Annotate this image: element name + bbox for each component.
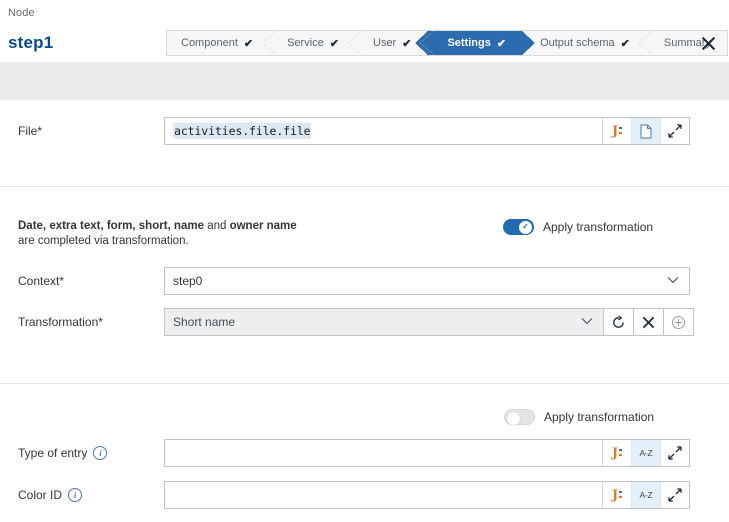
wizard-step-label: Settings: [447, 37, 491, 49]
text-az-icon[interactable]: A-Z: [631, 440, 660, 466]
transformation-row: Transformation* Short name: [0, 307, 729, 337]
chevron-down-icon: [581, 316, 593, 328]
file-row: File* activities.file.file J: [0, 116, 729, 146]
toggle-switch[interactable]: [503, 219, 534, 235]
breadcrumb: Node: [8, 7, 35, 19]
toggle-label: Apply transformation: [544, 410, 655, 424]
toggle-knob: [519, 220, 532, 234]
context-control: step0: [164, 267, 690, 295]
refresh-icon[interactable]: [604, 308, 634, 336]
expand-icon[interactable]: [660, 118, 689, 144]
wizard-step-label: Output schema: [540, 37, 615, 49]
expand-icon[interactable]: [660, 440, 689, 466]
close-icon[interactable]: [696, 31, 720, 55]
add-icon[interactable]: [664, 308, 694, 336]
context-label: Context*: [18, 274, 65, 288]
wizard-steps: Component ✔ Service ✔ User ✔ Settings ✔ …: [166, 30, 728, 56]
json-expression-icon[interactable]: J: [603, 440, 631, 466]
file-label: File*: [18, 124, 43, 138]
type-of-entry-input-group: J A-Z: [164, 439, 690, 467]
type-of-entry-input[interactable]: [165, 440, 602, 466]
expand-icon[interactable]: [660, 482, 689, 508]
color-id-label: Color ID i: [18, 488, 83, 502]
dialog-header: Node step1 Component ✔ Service ✔ User ✔ …: [0, 0, 729, 62]
chevron-down-icon: [667, 275, 679, 287]
section-divider-2: [0, 383, 729, 384]
check-icon: ✔: [496, 37, 507, 50]
toggle-label: Apply transformation: [543, 220, 654, 234]
toggle-switch[interactable]: [504, 409, 535, 425]
dialog-root: Node step1 Component ✔ Service ✔ User ✔ …: [0, 0, 729, 522]
info-icon[interactable]: i: [93, 446, 108, 460]
apply-transformation-toggle-1[interactable]: Apply transformation: [503, 219, 653, 235]
file-browse-icon[interactable]: [631, 118, 660, 144]
color-id-control: J A-Z: [164, 481, 690, 509]
type-of-entry-row: Type of entry i J A-Z: [0, 438, 729, 468]
file-value-token: activities.file.file: [173, 123, 312, 139]
wizard-step-output-schema[interactable]: Output schema ✔: [522, 31, 653, 55]
file-control: activities.file.file J: [164, 117, 690, 145]
transformation-value: Short name: [173, 315, 236, 329]
wizard-step-label: Service: [287, 37, 324, 49]
label-text: Color ID: [18, 488, 63, 502]
json-expression-icon[interactable]: J: [603, 118, 631, 144]
color-id-buttons: J A-Z: [602, 482, 689, 508]
az-label: A-Z: [639, 448, 653, 458]
section-divider-1: [0, 186, 729, 187]
page-title: step1: [8, 33, 54, 52]
apply-transformation-toggle-2[interactable]: Apply transformation: [504, 409, 654, 425]
transformation-note-bold2: owner name: [229, 220, 297, 232]
check-icon: ✔: [402, 37, 412, 50]
toggle-knob: [507, 411, 520, 425]
color-id-input-group: J A-Z: [164, 481, 690, 509]
wizard-step-component[interactable]: Component ✔: [167, 31, 277, 55]
transformation-note-bold: Date, extra text, form, short, name: [18, 220, 204, 232]
transformation-select[interactable]: Short name: [164, 308, 604, 336]
transformation-note-and: and: [207, 220, 227, 232]
check-icon: ✔: [329, 37, 339, 50]
context-value: step0: [173, 274, 203, 288]
clear-icon[interactable]: [634, 308, 664, 336]
type-of-entry-buttons: J A-Z: [602, 440, 689, 466]
type-of-entry-control: J A-Z: [164, 439, 690, 467]
wizard-step-label: User: [373, 37, 397, 49]
check-icon: ✔: [243, 37, 254, 50]
info-icon[interactable]: i: [68, 488, 83, 502]
color-id-row: Color ID i J A-Z: [0, 480, 729, 510]
file-buttons: J: [602, 118, 689, 144]
json-expression-icon[interactable]: J: [603, 482, 631, 508]
transformation-label: Transformation*: [18, 315, 103, 329]
transformation-note: Date, extra text, form, short, name and …: [18, 219, 297, 249]
label-text: Type of entry: [18, 446, 88, 460]
file-input-group: activities.file.file J: [164, 117, 690, 145]
check-icon: ✔: [620, 37, 630, 50]
wizard-step-label: Component: [181, 37, 238, 49]
context-row: Context* step0: [0, 266, 729, 296]
context-select[interactable]: step0: [164, 267, 690, 295]
wizard-step-service[interactable]: Service ✔: [269, 31, 362, 55]
toolbar-band: [0, 62, 729, 100]
az-label: A-Z: [639, 490, 653, 500]
color-id-input[interactable]: [165, 482, 602, 508]
transformation-note-rest: are completed via transformation.: [18, 235, 189, 247]
wizard-step-settings[interactable]: Settings ✔: [415, 31, 535, 55]
text-az-icon[interactable]: A-Z: [631, 482, 660, 508]
file-input[interactable]: activities.file.file: [165, 118, 602, 144]
transformation-control: Short name: [164, 308, 694, 336]
type-of-entry-label: Type of entry i: [18, 446, 108, 460]
